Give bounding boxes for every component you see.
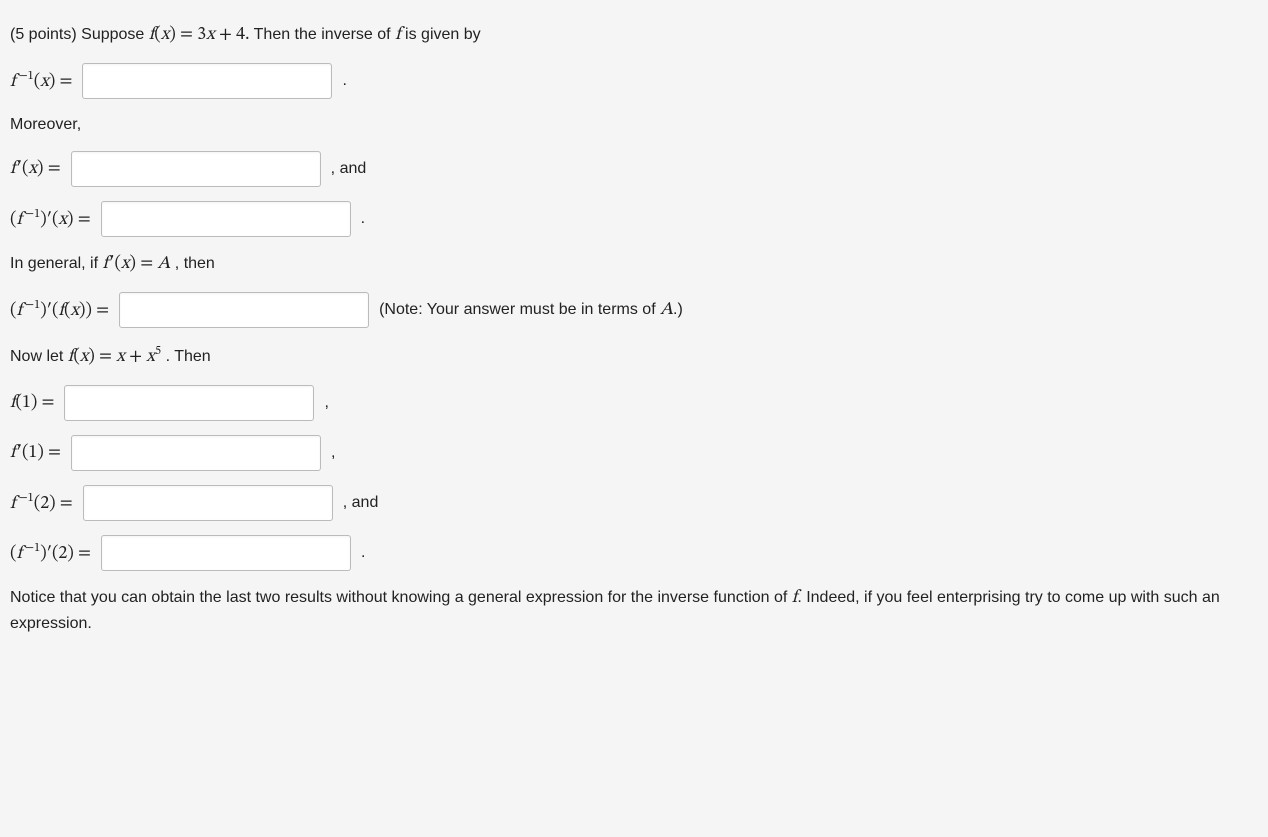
intro-math: f(x) = 3x + 4. <box>149 26 250 44</box>
label-finv2: f −1(2) = <box>10 489 73 518</box>
row-fprime-x: f ′(x) = , and <box>10 151 1258 187</box>
label-fprime1: f ′(1) = <box>10 440 61 467</box>
ingeneral-a: In general, if <box>10 255 103 272</box>
footer-paragraph: Notice that you can obtain the last two … <box>10 585 1258 636</box>
row-finvprime-x: (f −1)′(x) = . <box>10 201 1258 237</box>
footer-a: Notice that you can obtain the last two … <box>10 589 792 606</box>
nowlet-math: f(x) = x + x5 <box>68 348 161 366</box>
period-1: . <box>342 69 346 93</box>
ingeneral-b: , then <box>175 255 215 272</box>
input-finvprime-fx[interactable] <box>119 292 369 328</box>
input-finvprime-x[interactable] <box>101 201 351 237</box>
intro-trailing: Then the inverse of <box>254 26 395 43</box>
intro-end: is given by <box>405 26 481 43</box>
comma-1: , <box>324 391 328 415</box>
row-finvprime-fx: (f −1)′(f(x)) = (Note: Your answer must … <box>10 292 1258 328</box>
ingeneral-paragraph: In general, if f ′(x) = A , then <box>10 251 1258 278</box>
input-finv2[interactable] <box>83 485 333 521</box>
period-3: . <box>361 541 365 565</box>
input-fprime-x[interactable] <box>71 151 321 187</box>
intro-f: f <box>395 26 401 44</box>
row-finvprime2: (f −1)′(2) = . <box>10 535 1258 571</box>
period-2: . <box>361 207 365 231</box>
label-fprime-x: f ′(x) = <box>10 156 61 183</box>
input-f1[interactable] <box>64 385 314 421</box>
row-f1: f(1) = , <box>10 385 1258 421</box>
ingeneral-math: f ′(x) = A <box>103 255 171 273</box>
moreover-text: Moreover, <box>10 113 1258 137</box>
row-fprime1: f ′(1) = , <box>10 435 1258 471</box>
input-finv-x[interactable] <box>82 63 332 99</box>
nowlet-b: . Then <box>166 348 211 365</box>
row-finv2: f −1(2) = , and <box>10 485 1258 521</box>
and-2: , and <box>343 491 379 515</box>
label-finvprime-fx: (f −1)′(f(x)) = <box>10 296 109 325</box>
label-finvprime2: (f −1)′(2) = <box>10 539 91 568</box>
note-text: (Note: Your answer must be in terms of A… <box>379 297 683 324</box>
nowlet-a: Now let <box>10 348 68 365</box>
label-f1: f(1) = <box>10 390 54 417</box>
nowlet-paragraph: Now let f(x) = x + x5 . Then <box>10 342 1258 371</box>
intro-paragraph: (5 points) Suppose f(x) = 3x + 4. Then t… <box>10 22 1258 49</box>
points-text: (5 points) Suppose <box>10 26 149 43</box>
label-finv-x: f −1(x) = <box>10 67 72 96</box>
input-finvprime2[interactable] <box>101 535 351 571</box>
input-fprime1[interactable] <box>71 435 321 471</box>
label-finvprime-x: (f −1)′(x) = <box>10 205 91 234</box>
comma-2: , <box>331 441 335 465</box>
row-finv-x: f −1(x) = . <box>10 63 1258 99</box>
and-1: , and <box>331 157 367 181</box>
